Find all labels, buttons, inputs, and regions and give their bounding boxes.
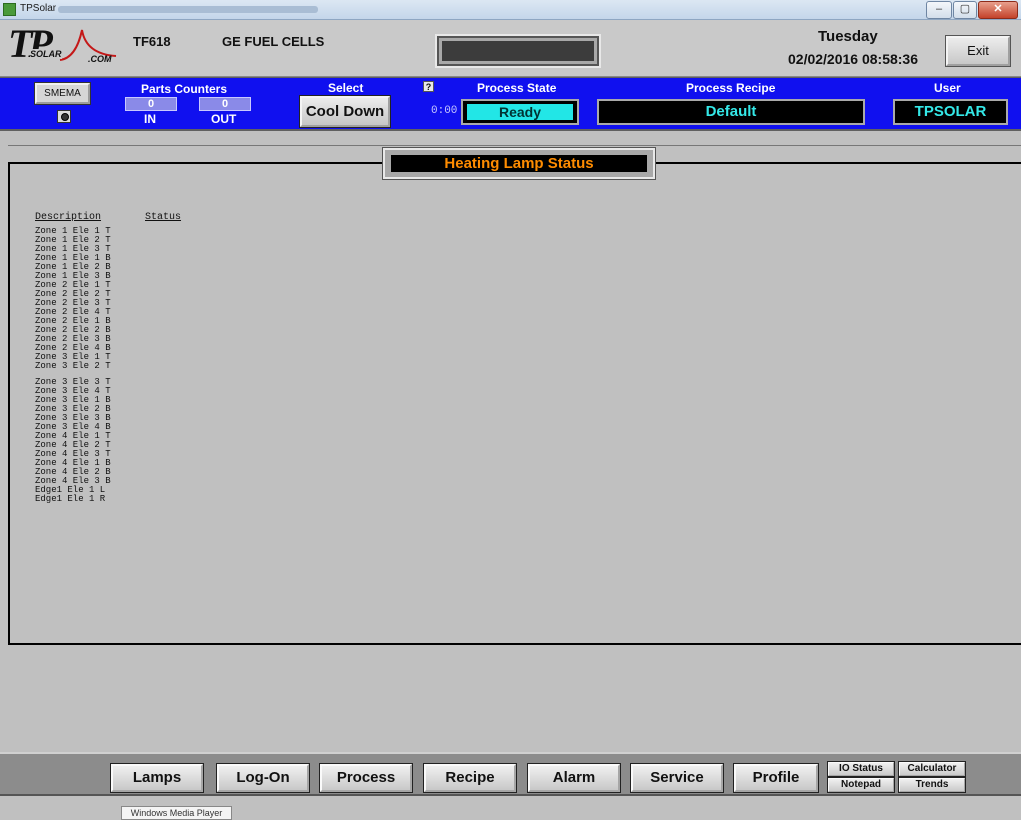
smema-indicator-icon (57, 110, 71, 123)
machine-model: TF618 (133, 34, 171, 49)
panel-title: Heating Lamp Status (391, 155, 647, 172)
cool-down-button[interactable]: Cool Down (300, 96, 390, 127)
help-icon[interactable]: ? (423, 81, 434, 92)
column-header-status: Status (145, 212, 182, 223)
io-status-button[interactable]: IO Status (828, 762, 894, 776)
window-title-path-blurred (58, 6, 318, 13)
process-timer: 0:00 (431, 105, 458, 117)
app-icon (3, 3, 16, 16)
in-label: IN (144, 112, 156, 126)
lamp-row: Edge1 Ele 1 R (35, 494, 106, 504)
in-counter: 0 (125, 97, 177, 111)
service-button[interactable]: Service (631, 764, 723, 792)
parts-counters-label: Parts Counters (141, 82, 228, 96)
day-of-week: Tuesday (818, 28, 878, 45)
heating-lamp-panel (8, 162, 1021, 645)
lamps-button[interactable]: Lamps (111, 764, 203, 792)
taskbar-tooltip: Windows Media Player (121, 806, 232, 820)
recipe-button[interactable]: Recipe (424, 764, 516, 792)
profile-button[interactable]: Profile (734, 764, 818, 792)
trends-button[interactable]: Trends (899, 778, 965, 792)
logo-solar-text: SOLAR (30, 49, 62, 59)
process-state-value: Ready (467, 104, 573, 120)
column-header-description: Description (35, 212, 102, 223)
process-recipe-label: Process Recipe (686, 81, 776, 95)
select-label: Select (328, 81, 364, 95)
bottom-toolbar: Lamps Log-On Process Recipe Alarm Servic… (0, 752, 1021, 796)
status-bar: SMEMA Parts Counters 0 0 IN OUT Select C… (0, 77, 1021, 131)
user-value: TPSOLAR (893, 99, 1008, 125)
exit-button[interactable]: Exit (946, 36, 1010, 66)
process-state-label: Process State (477, 81, 557, 95)
process-button[interactable]: Process (320, 764, 412, 792)
out-counter: 0 (199, 97, 251, 111)
calculator-button[interactable]: Calculator (899, 762, 965, 776)
divider (8, 145, 1021, 146)
customer-name: GE FUEL CELLS (222, 34, 325, 49)
lamp-row: Zone 3 Ele 2 T (35, 361, 111, 371)
date-time: 02/02/2016 08:58:36 (788, 51, 918, 67)
smema-button[interactable]: SMEMA (35, 83, 90, 104)
lamp-list: Zone 1 Ele 1 T Zone 1 Ele 2 T Zone 1 Ele 3… (35, 227, 111, 504)
message-display (435, 34, 601, 68)
notepad-button[interactable]: Notepad (828, 778, 894, 792)
tpsolar-logo: TP SOLAR .COM (8, 21, 120, 72)
process-recipe-value: Default (597, 99, 865, 125)
logo-tp-text: TP (8, 21, 53, 66)
header: TP SOLAR .COM TF618 GE FUEL CELLS Tuesda… (0, 20, 1021, 77)
alarm-button[interactable]: Alarm (528, 764, 620, 792)
out-label: OUT (211, 112, 237, 126)
user-label: User (934, 81, 961, 95)
window-title-bar: TPSolar – ▢ ✕ (0, 0, 1021, 20)
window-title: TPSolar (20, 3, 57, 14)
panel-title-frame: Heating Lamp Status (383, 148, 655, 179)
logo-com-text: .COM (88, 54, 112, 64)
log-on-button[interactable]: Log-On (217, 764, 309, 792)
close-button[interactable]: ✕ (978, 1, 1018, 19)
minimize-button[interactable]: – (926, 1, 952, 19)
maximize-button[interactable]: ▢ (953, 1, 977, 19)
process-state-display: Ready (461, 99, 579, 125)
